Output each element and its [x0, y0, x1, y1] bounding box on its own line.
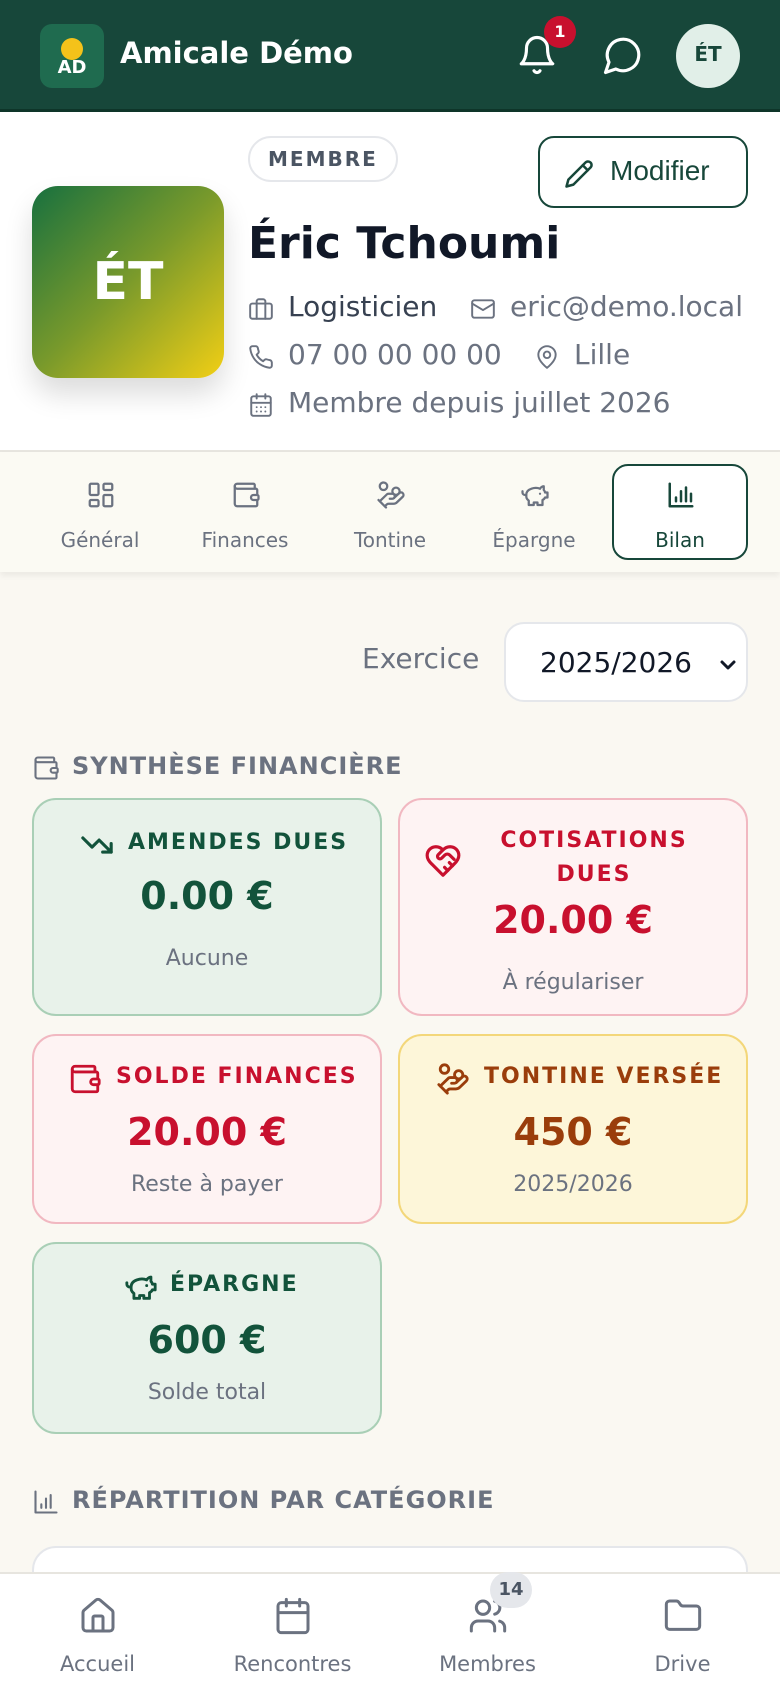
folder-icon	[664, 1599, 702, 1631]
exercise-label: Exercice	[362, 642, 480, 675]
profile-city-text: Lille	[574, 338, 631, 371]
edit-profile-button[interactable]: Modifier	[538, 136, 748, 208]
map-pin-icon	[537, 345, 557, 369]
breakdown-section-title: RÉPARTITION PAR CATÉGORIE	[32, 1486, 493, 1518]
nav-drive[interactable]: Drive	[585, 1574, 780, 1688]
tab-label: Général	[60, 528, 140, 552]
pencil-icon	[565, 160, 593, 188]
profile-member-since-text: Membre depuis juillet 2026	[288, 386, 671, 419]
tontine-paid-value: 450 €	[513, 1110, 633, 1154]
fines-due-card: AMENDES DUES 0.00 € Aucune	[32, 798, 382, 1016]
tab-epargne[interactable]: Épargne	[466, 464, 602, 560]
tontine-paid-subtitle: 2025/2026	[513, 1172, 633, 1197]
profile-tabs: Général Finances Tontine Épargne Bilan	[0, 452, 780, 572]
profile-phone-text: 07 00 00 00 00	[288, 338, 502, 371]
savings-subtitle: Solde total	[147, 1380, 267, 1405]
nav-label: Membres	[439, 1652, 536, 1676]
savings-value: 600 €	[147, 1318, 267, 1362]
finance-balance-card: SOLDE FINANCES 20.00 € Reste à payer	[32, 1034, 382, 1224]
home-icon	[81, 1597, 115, 1633]
profile-name: Éric Tchoumi	[248, 218, 561, 269]
app-name: Amicale Démo	[120, 36, 353, 70]
tontine-paid-card: TONTINE VERSÉE 450 € 2025/2026	[398, 1034, 748, 1224]
user-avatar[interactable]: ÉT	[676, 24, 740, 88]
dues-card: COTISATIONS DUES 20.00 € À régulariser	[398, 798, 748, 1016]
finance-balance-title: SOLDE FINANCES	[34, 1064, 380, 1098]
tab-finances[interactable]: Finances	[177, 464, 313, 560]
chat-icon[interactable]	[602, 34, 644, 76]
fines-due-title: AMENDES DUES	[34, 830, 380, 864]
wallet-icon	[34, 756, 59, 780]
calendar-icon	[276, 1597, 310, 1635]
tab-label: Épargne	[492, 528, 576, 552]
finance-balance-value: 20.00 €	[127, 1110, 287, 1154]
top-app-bar: AD Amicale Démo 1 ÉT	[0, 0, 780, 112]
logo-text: AD	[57, 57, 87, 78]
tab-tontine[interactable]: Tontine	[322, 464, 458, 560]
nav-label: Accueil	[60, 1652, 135, 1676]
members-count-badge: 14	[490, 1572, 532, 1608]
savings-card: ÉPARGNE 600 € Solde total	[32, 1242, 382, 1434]
wallet-icon	[233, 482, 260, 508]
wallet-icon	[70, 1064, 101, 1094]
piggy-bank-icon	[125, 1275, 157, 1300]
bottom-navigation: Accueil Rencontres Membres Drive	[0, 1572, 780, 1688]
nav-rencontres[interactable]: Rencontres	[195, 1574, 390, 1688]
savings-title: ÉPARGNE	[34, 1272, 380, 1306]
exercise-select[interactable]: 2025/2026	[504, 622, 748, 702]
nav-membres[interactable]: Membres	[390, 1574, 585, 1688]
mail-icon	[471, 299, 495, 319]
summary-section-title-text: SYNTHÈSE FINANCIÈRE	[72, 752, 403, 780]
trending-down-icon	[81, 836, 113, 854]
role-badge: MEMBRE	[248, 136, 398, 182]
tab-label: Finances	[201, 528, 289, 552]
hand-coins-icon	[437, 1063, 469, 1095]
piggy-bank-icon	[521, 485, 549, 507]
tab-general[interactable]: Général	[32, 464, 168, 560]
grid-icon	[88, 482, 114, 508]
tontine-paid-title: TONTINE VERSÉE	[400, 1063, 746, 1098]
phone-icon	[249, 345, 273, 369]
nav-label: Rencontres	[233, 1652, 352, 1676]
hand-coins-icon	[377, 481, 405, 509]
edit-button-label: Modifier	[610, 155, 710, 186]
dues-title: COTISATIONS DUES	[500, 828, 688, 887]
bar-chart-icon	[668, 482, 694, 508]
bar-chart-icon	[34, 1490, 58, 1514]
profile-header: MEMBRE Modifier ÉT Éric Tchoumi Logistic…	[0, 112, 780, 452]
finance-balance-subtitle: Reste à payer	[131, 1172, 283, 1197]
fines-due-value: 0.00 €	[140, 874, 274, 918]
dues-value: 20.00 €	[493, 898, 653, 942]
nav-accueil[interactable]: Accueil	[0, 1574, 195, 1688]
calendar-icon	[250, 393, 272, 417]
briefcase-icon	[249, 298, 273, 320]
exercise-selected-value: 2025/2026	[540, 646, 692, 679]
tab-bilan[interactable]: Bilan	[612, 464, 748, 560]
profile-avatar: ÉT	[32, 186, 224, 378]
tab-label: Bilan	[655, 528, 705, 552]
nav-label: Drive	[654, 1652, 711, 1676]
chevron-down-icon	[720, 660, 736, 670]
breakdown-section-title-text: RÉPARTITION PAR CATÉGORIE	[72, 1486, 495, 1514]
summary-section-title: SYNTHÈSE FINANCIÈRE	[32, 752, 412, 784]
notification-badge: 1	[544, 16, 576, 48]
profile-job-text: Logisticien	[288, 290, 438, 323]
profile-email-text: eric@demo.local	[510, 290, 743, 323]
app-logo[interactable]: AD	[40, 24, 104, 88]
dues-subtitle: À régulariser	[502, 970, 644, 995]
tab-label: Tontine	[353, 528, 427, 552]
fines-due-subtitle: Aucune	[165, 946, 249, 971]
